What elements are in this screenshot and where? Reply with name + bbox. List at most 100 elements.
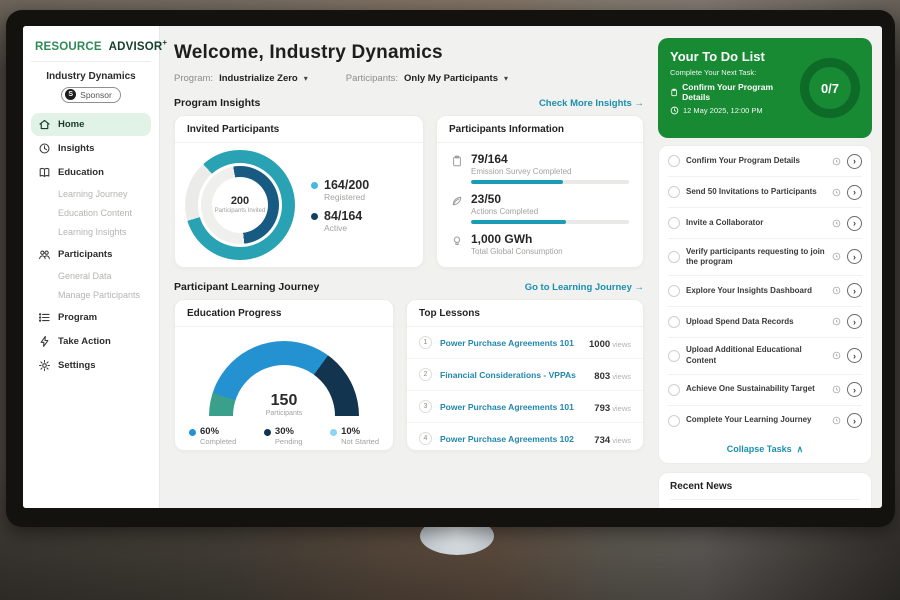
sidebar-item-education[interactable]: Education [31, 161, 151, 184]
recent-news-title: Recent News [670, 481, 860, 500]
settings-icon [38, 359, 51, 372]
sidebar-item-participants[interactable]: Participants [31, 243, 151, 266]
todo-due-date: 12 May 2025, 12:00 PM [683, 106, 763, 115]
chevron-down-icon[interactable]: ▾ [304, 74, 308, 83]
task-checkbox[interactable] [668, 384, 680, 396]
sidebar-item-settings[interactable]: Settings [31, 354, 151, 377]
sidebar-item-take-action[interactable]: Take Action [31, 330, 151, 353]
education-gauge: 150 Participants [209, 341, 359, 417]
program-filter-value[interactable]: Industrialize Zero [219, 73, 298, 84]
go-to-learning-journey-link[interactable]: Go to Learning Journey → [525, 282, 644, 293]
lesson-row: 1 Power Purchase Agreements 101 1000 vie… [407, 327, 643, 359]
page-title: Welcome, Industry Dynamics [174, 42, 644, 64]
task-checkbox[interactable] [668, 350, 680, 362]
sidebar-item-manage-participants[interactable]: Manage Participants [31, 286, 151, 305]
sidebar-item-program[interactable]: Program [31, 306, 151, 329]
sidebar-item-general-data[interactable]: General Data [31, 267, 151, 286]
task-row: Upload Spend Data Records › [668, 307, 862, 338]
task-checkbox[interactable] [668, 251, 680, 263]
task-open-button[interactable]: › [847, 382, 862, 397]
registered-dot-icon [311, 182, 318, 189]
todo-subtitle: Complete Your Next Task: [670, 68, 792, 77]
chevron-up-icon: ∧ [797, 444, 804, 455]
arrow-right-icon: → [635, 98, 645, 109]
brand-part2: ADVISOR [105, 41, 162, 53]
task-open-button[interactable]: › [847, 283, 862, 298]
task-checkbox[interactable] [668, 316, 680, 328]
participants-filter-label: Participants: [346, 73, 398, 84]
task-checkbox[interactable] [668, 415, 680, 427]
task-row: Achieve One Sustainability Target › [668, 375, 862, 406]
task-open-button[interactable]: › [847, 185, 862, 200]
lesson-link[interactable]: Power Purchase Agreements 102 [440, 434, 586, 444]
participants-filter-value[interactable]: Only My Participants [404, 73, 498, 84]
task-open-button[interactable]: › [847, 249, 862, 264]
chevron-down-icon[interactable]: ▾ [504, 74, 508, 83]
consumption-icon [451, 235, 463, 247]
sidebar-item-learning-insights[interactable]: Learning Insights [31, 223, 151, 242]
task-checkbox[interactable] [668, 155, 680, 167]
task-open-button[interactable]: › [847, 216, 862, 231]
task-open-button[interactable]: › [847, 348, 862, 363]
invited-donut-inner: 200 Participants Invited [198, 163, 282, 247]
card-title: Invited Participants [175, 116, 423, 143]
gauge-center-value: 150 [209, 392, 359, 410]
gauge-legend: 60% Completed 30% Pending 10% Not Starte… [189, 426, 379, 446]
task-open-button[interactable]: › [847, 413, 862, 428]
sidebar-item-education-content[interactable]: Education Content [31, 204, 151, 223]
clock-icon [670, 106, 679, 115]
clock-icon [832, 188, 841, 197]
task-open-button[interactable]: › [847, 314, 862, 329]
program-insights-title: Program Insights [174, 97, 260, 109]
completed-dot-icon [189, 429, 196, 436]
donut-legend: 164/200 Registered 84/164 Active [311, 171, 369, 240]
check-more-insights-link[interactable]: Check More Insights → [539, 98, 644, 109]
task-checkbox[interactable] [668, 186, 680, 198]
rank-badge: 2 [419, 368, 432, 381]
lesson-link[interactable]: Financial Considerations - VPPAs [440, 370, 586, 380]
task-row: Verify participants requesting to join t… [668, 239, 862, 276]
collapse-tasks-link[interactable]: Collapse Tasks ∧ [668, 436, 862, 463]
take-action-icon [38, 335, 51, 348]
invited-participants-card: Invited Participants 200 Participants In… [174, 115, 424, 268]
clipboard-icon [670, 88, 678, 97]
task-row: Upload Additional Educational Content › [668, 338, 862, 375]
rank-badge: 1 [419, 336, 432, 349]
education-icon [38, 166, 51, 179]
main-content: Welcome, Industry Dynamics Program: Indu… [160, 26, 656, 508]
stat-emission-survey: 79/164 Emission Survey Completed [451, 152, 629, 184]
invited-donut-outer: 200 Participants Invited [185, 150, 295, 260]
actions-icon [451, 195, 463, 207]
card-title: Participants Information [437, 116, 643, 143]
progress-bar [471, 220, 629, 224]
sidebar-item-home[interactable]: Home [31, 113, 151, 136]
todo-next-task: Confirm Your Program Details [682, 82, 792, 102]
brand-part1: RESOURCE [35, 41, 102, 53]
lesson-row: 3 Power Purchase Agreements 101 793 view… [407, 391, 643, 423]
sidebar-item-label: Insights [58, 143, 94, 154]
lesson-link[interactable]: Power Purchase Agreements 101 [440, 338, 581, 348]
lesson-row: 2 Financial Considerations - VPPAs 803 v… [407, 359, 643, 391]
task-checkbox[interactable] [668, 217, 680, 229]
insights-icon [38, 142, 51, 155]
not-started-dot-icon [330, 429, 337, 436]
legend-active: 84/164 Active [311, 209, 369, 233]
learning-journey-title: Participant Learning Journey [174, 281, 319, 293]
participants-information-card: Participants Information 79/164 Emission… [436, 115, 644, 268]
participants-icon [38, 248, 51, 261]
sidebar-item-label: Take Action [58, 336, 111, 347]
sponsor-badge[interactable]: S Sponsor [61, 87, 121, 103]
top-lessons-card: Top Lessons 1 Power Purchase Agreements … [406, 299, 644, 451]
task-row: Explore Your Insights Dashboard › [668, 276, 862, 307]
recent-news-card: Recent News [658, 472, 872, 508]
lesson-link[interactable]: Power Purchase Agreements 101 [440, 402, 586, 412]
legend-not-started: 10% Not Started [330, 426, 379, 446]
donut-center-label: Participants Invited [215, 208, 266, 216]
card-title: Top Lessons [407, 300, 643, 327]
clock-icon [832, 157, 841, 166]
sidebar-item-insights[interactable]: Insights [31, 137, 151, 160]
task-checkbox[interactable] [668, 285, 680, 297]
donut-center-value: 200 [231, 195, 249, 207]
task-open-button[interactable]: › [847, 154, 862, 169]
sidebar-item-learning-journey[interactable]: Learning Journey [31, 185, 151, 204]
